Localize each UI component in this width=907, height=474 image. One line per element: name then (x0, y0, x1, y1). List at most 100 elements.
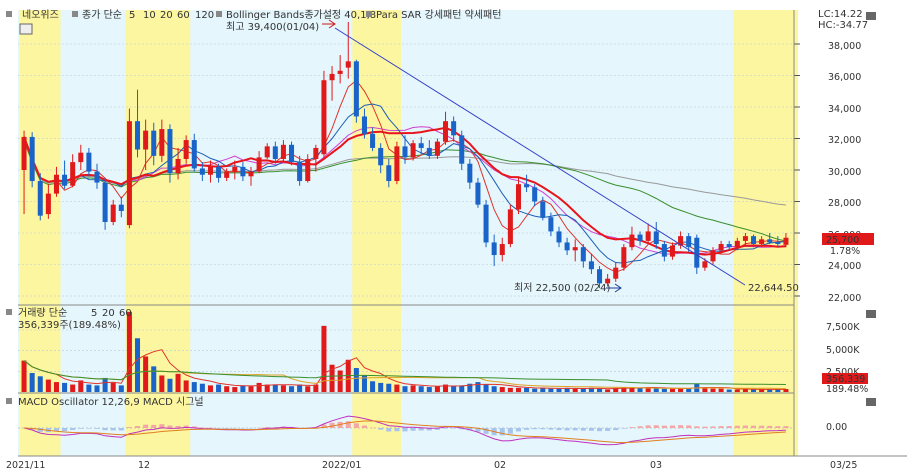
candle-body (621, 247, 627, 268)
macd-osc-bar (386, 428, 392, 432)
volume-bar (191, 382, 197, 392)
volume-bar (232, 387, 238, 392)
macd-osc-bar (661, 425, 667, 428)
lc-label: LC:14.22 (818, 9, 863, 20)
macd-osc-bar (678, 425, 684, 428)
ma-period-10: 10 (143, 10, 156, 21)
volume-bar (637, 387, 643, 392)
candle-body (613, 267, 619, 279)
x-axis: 2021/11 12 2022/01 02 03 03/25 (6, 460, 857, 471)
volume-bar (289, 386, 295, 392)
candle-body (426, 147, 432, 156)
macd-osc-bar (370, 427, 376, 429)
candle-body (532, 187, 538, 202)
macd-osc-bar (240, 428, 246, 429)
volume-bar (678, 388, 684, 392)
candle-body (280, 144, 286, 159)
macd-osc-bar (775, 426, 781, 428)
macd-osc-bar (483, 428, 489, 434)
volume-bar (135, 338, 141, 392)
candle-body (548, 217, 554, 232)
candle-body (580, 247, 586, 262)
ma-period-60: 60 (177, 10, 190, 21)
volume-panel-scroll-button[interactable] (866, 310, 876, 318)
macd-osc-bar (394, 428, 400, 432)
stock-name[interactable]: 네오위즈 (22, 8, 59, 21)
volume-bar (507, 387, 513, 392)
macd-panel-scroll-button[interactable] (866, 398, 876, 406)
volume-bar (572, 388, 578, 392)
header-square-icon (6, 11, 12, 17)
candle-body (645, 231, 651, 241)
volume-bar (475, 382, 481, 392)
price-tick: 34,000 (828, 104, 861, 115)
volume-bar (297, 384, 303, 392)
candle-body (637, 234, 643, 241)
volume-bar (751, 389, 757, 392)
candle-body (216, 166, 222, 178)
macd-osc-bar (126, 427, 132, 428)
volume-bar (337, 370, 343, 392)
macd-osc-bar (532, 428, 538, 430)
volume-bar (118, 385, 124, 392)
x-axis-label: 03 (650, 460, 662, 471)
price-panel-scroll-button[interactable] (866, 12, 876, 20)
volume-bar (110, 382, 116, 392)
candle-body (167, 129, 173, 174)
vol-ma-60: 60 (119, 308, 132, 319)
grid-toggle-icon[interactable] (19, 23, 33, 35)
candle-body (78, 152, 84, 163)
macd-osc-bar (361, 425, 367, 428)
volume-bar (167, 378, 173, 392)
macd-osc-bar (70, 428, 76, 430)
sar-square-icon (366, 11, 372, 17)
candle-body (459, 135, 465, 164)
macd-osc-bar (248, 428, 254, 429)
candle-body (183, 140, 189, 159)
price-tick: 28,000 (828, 198, 861, 209)
volume-bar (597, 388, 603, 392)
volume-bar (661, 388, 667, 392)
candle-body (248, 171, 254, 177)
volume-bar (207, 385, 213, 392)
candle-body (264, 146, 270, 158)
candle-body (515, 184, 521, 210)
volume-title: 거래량 단순 (18, 307, 67, 319)
candle-body (345, 61, 351, 68)
volume-bar (151, 366, 157, 392)
candle-body (759, 239, 765, 245)
macd-osc-bar (694, 426, 700, 428)
macd-title: MACD Oscillator 12,26,9 MACD 시그널 (18, 396, 204, 408)
bollinger-title: Bollinger Bands종가설정 40,1,8 (226, 9, 376, 21)
ma-square-icon (72, 11, 78, 17)
macd-osc-bar (621, 428, 627, 429)
macd-square-icon (6, 398, 12, 404)
candle-body (143, 130, 149, 150)
volume-bar (305, 386, 311, 392)
macd-tick: 0.00 (826, 422, 847, 433)
macd-osc-bar (767, 425, 773, 428)
candle-body (434, 141, 440, 156)
candle-body (499, 244, 505, 256)
macd-osc-bar (216, 428, 222, 429)
candle-body (394, 146, 400, 182)
ma-period-120: 120 (195, 10, 214, 21)
volume-bar (224, 386, 230, 392)
volume-bar (515, 387, 521, 392)
macd-osc-bar (524, 428, 530, 430)
macd-osc-bar (143, 424, 149, 428)
candle-body (572, 247, 578, 251)
volume-bar (378, 382, 384, 392)
macd-osc-bar (418, 428, 424, 431)
candle-body (629, 234, 635, 248)
candle-body (224, 171, 230, 178)
volume-bar (248, 386, 254, 392)
price-tick: 32,000 (828, 135, 861, 146)
macd-osc-bar (653, 425, 659, 428)
candle-body (272, 146, 278, 159)
macd-osc-bar (742, 425, 748, 428)
volume-bar (669, 388, 675, 392)
volume-bar (451, 386, 457, 392)
macd-osc-bar (588, 428, 594, 431)
macd-osc-bar (353, 423, 359, 428)
